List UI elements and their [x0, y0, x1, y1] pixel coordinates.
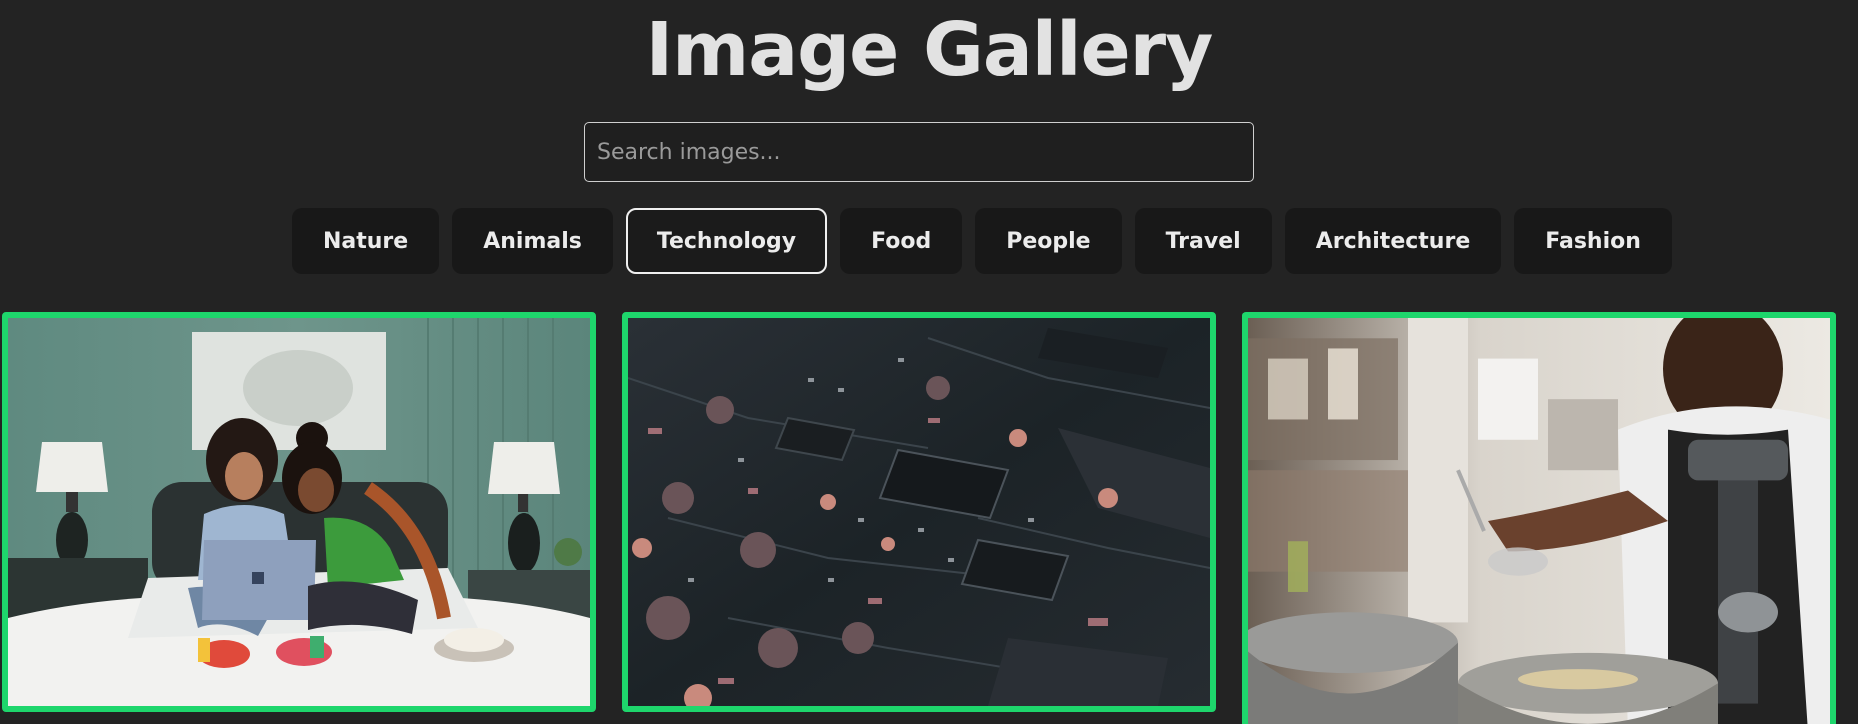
category-button-nature[interactable]: Nature	[292, 208, 440, 274]
gallery-image-card[interactable]	[1242, 312, 1836, 724]
category-button-travel[interactable]: Travel	[1134, 208, 1272, 274]
gallery-image-circuit-board	[628, 318, 1210, 706]
gallery-image-card[interactable]	[622, 312, 1216, 712]
search-input[interactable]	[584, 122, 1254, 182]
image-grid	[2, 312, 1858, 724]
category-button-people[interactable]: People	[975, 208, 1122, 274]
category-button-fashion[interactable]: Fashion	[1514, 208, 1672, 274]
category-button-animals[interactable]: Animals	[452, 208, 613, 274]
category-button-food[interactable]: Food	[840, 208, 963, 274]
gallery-image-kitchen-chef	[1248, 318, 1830, 724]
gallery-image-card[interactable]	[2, 312, 596, 712]
page-title: Image Gallery	[645, 7, 1214, 93]
category-button-technology[interactable]: Technology	[625, 208, 828, 274]
gallery-image-women-laptop	[8, 318, 590, 706]
category-filter-bar: Nature Animals Technology Food People Tr…	[292, 208, 1672, 274]
category-button-architecture[interactable]: Architecture	[1284, 208, 1502, 274]
gallery-page: Image Gallery Nature Animals Technology …	[0, 0, 1858, 724]
